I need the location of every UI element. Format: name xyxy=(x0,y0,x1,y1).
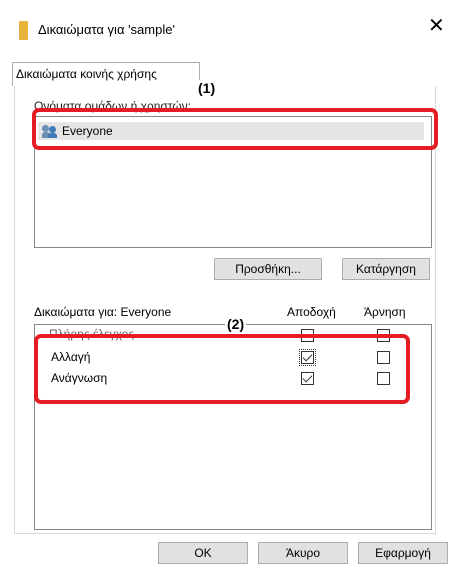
close-icon[interactable]: ✕ xyxy=(428,16,445,36)
cancel-button[interactable]: Άκυρο xyxy=(258,542,348,564)
add-button[interactable]: Προσθήκη... xyxy=(214,258,322,280)
tab-label: Δικαιώματα κοινής χρήσης xyxy=(16,67,157,81)
allow-column-header: Αποδοχή xyxy=(287,305,336,319)
folder-icon xyxy=(19,21,28,40)
annotation-label-1: (1) xyxy=(196,80,218,96)
tab-share-permissions[interactable]: Δικαιώματα κοινής χρήσης xyxy=(12,62,200,86)
remove-button[interactable]: Κατάργηση xyxy=(342,258,430,280)
title-bar: Δικαιώματα για 'sample' ✕ xyxy=(0,0,456,58)
annotation-label-2: (2) xyxy=(225,316,247,332)
annotation-box-2 xyxy=(34,334,410,404)
ok-button[interactable]: OK xyxy=(158,542,248,564)
permissions-for-label: Δικαιώματα για: Everyone xyxy=(34,305,172,319)
deny-column-header: Άρνηση xyxy=(364,305,406,319)
annotation-box-1 xyxy=(32,108,438,150)
apply-button[interactable]: Εφαρμογή xyxy=(358,542,448,564)
window-title: Δικαιώματα για 'sample' xyxy=(38,22,175,37)
